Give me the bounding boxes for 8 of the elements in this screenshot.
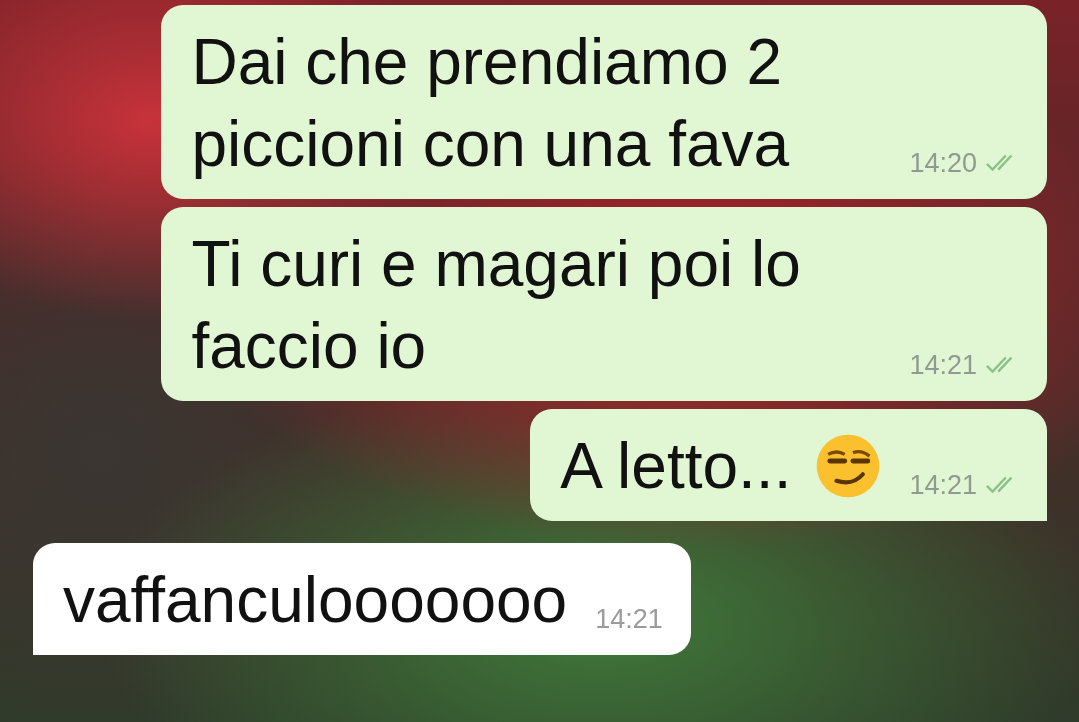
message-time: 14:20 [909,147,977,180]
message-text: vaffanculooooooo [63,563,568,638]
message-text: A letto... [560,429,792,504]
message-text: Ti curi e magari poi lo faccio io [191,227,802,384]
message-text: Dai che prendiamo 2 piccioni con una fava [191,25,791,182]
message-time: 14:21 [909,349,977,382]
message-time: 14:21 [595,603,663,636]
message-time: 14:21 [909,469,977,502]
